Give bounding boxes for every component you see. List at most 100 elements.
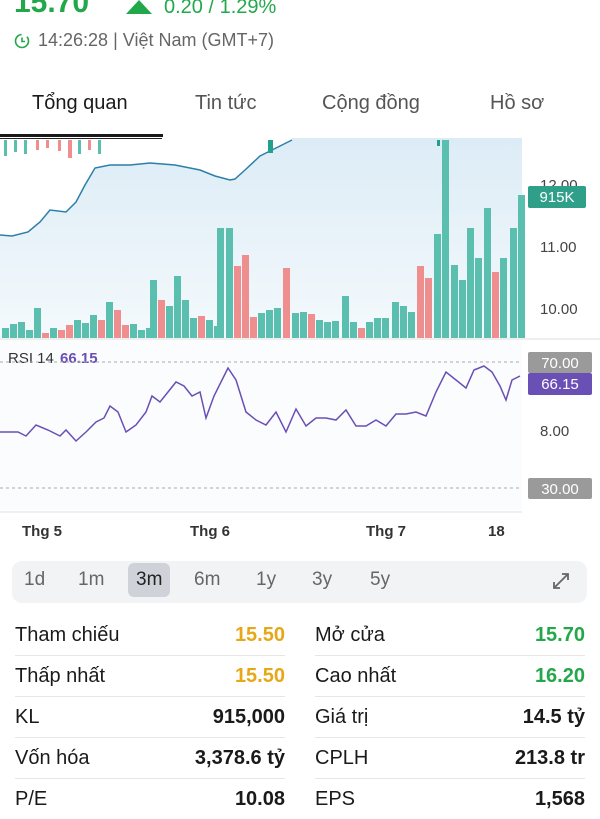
stat-label: CPLH [315, 746, 369, 769]
stat-label: Mở cửa [315, 623, 385, 646]
volume-bar [374, 318, 381, 338]
main-tabs: Tổng quan Tin tức Cộng đồng Hồ sơ [0, 80, 600, 136]
stat-value: 15.70 [534, 623, 585, 646]
volume-bar [182, 300, 189, 338]
tab-community[interactable]: Cộng đồng [322, 92, 420, 115]
volume-bar [122, 325, 129, 338]
volume-bar [234, 266, 241, 338]
volume-bar [500, 258, 507, 338]
stat-label: Cao nhất [315, 664, 397, 687]
volume-bar [400, 306, 407, 338]
volume-bar [518, 195, 525, 338]
stat-value: 14.5 tỷ [522, 705, 585, 728]
volume-bar [417, 266, 424, 338]
volume-bar [18, 322, 25, 338]
stat-value: 213.8 tr [514, 746, 585, 769]
stat-value: 10.08 [234, 787, 285, 810]
range-option-3m[interactable]: 3m [128, 563, 171, 597]
volume-bar [459, 280, 466, 338]
volume-bar [150, 280, 157, 338]
volume-bar [475, 258, 482, 338]
volume-bar [198, 316, 205, 338]
volume-bar [308, 314, 315, 338]
clock-icon [14, 33, 30, 48]
last-price: 15.70 [14, 0, 90, 19]
expand-icon[interactable] [551, 571, 571, 591]
volume-bar [324, 322, 331, 338]
range-option-6m[interactable]: 6m [194, 569, 220, 591]
volume-bar [300, 312, 307, 338]
volume-bar [42, 333, 49, 338]
stat-row: EPS 1,568 [315, 779, 585, 819]
time-tick-label: Thg 7 [366, 523, 406, 540]
price-change: 0.20 / 1.29% [164, 0, 277, 18]
volume-bar [392, 302, 399, 338]
volume-bar [434, 234, 441, 338]
volume-bar [350, 322, 357, 338]
volume-bar [158, 300, 165, 338]
tab-news[interactable]: Tin tức [195, 92, 257, 115]
time-text: 14:26:28 [38, 30, 109, 50]
stat-row: Mở cửa 15.70 [315, 615, 585, 655]
price-header: 15.70 0.20 / 1.29% 14:26:28 | Việt Nam (… [0, 0, 600, 60]
volume-bar [442, 140, 449, 338]
volume-bar [34, 308, 41, 338]
volume-bar [316, 320, 323, 338]
volume-bar [58, 330, 65, 338]
price-tick-label: 11.00 [540, 239, 576, 256]
time-tick-label: Thg 6 [190, 523, 230, 540]
stat-label: EPS [315, 787, 356, 810]
volume-bar [106, 302, 113, 338]
volume-bar [467, 228, 474, 338]
volume-bar [382, 318, 389, 338]
stat-value: 15.50 [234, 664, 285, 687]
volume-bar [250, 317, 257, 338]
stat-value: 3,378.6 tỷ [194, 746, 285, 769]
volume-bar [510, 228, 517, 338]
volume-bar [82, 323, 89, 338]
stat-row: KL 915,000 [15, 697, 285, 737]
volume-bar [50, 328, 57, 338]
price-tick-label: 10.00 [540, 301, 578, 318]
volume-bar [242, 255, 249, 338]
volume-bar [74, 320, 81, 338]
tab-overview[interactable]: Tổng quan [32, 92, 128, 115]
stat-label: Thấp nhất [15, 664, 106, 687]
volume-bar [98, 320, 105, 338]
price-tick-label: 8.00 [540, 423, 569, 440]
stat-label: KL [15, 705, 40, 728]
range-option-3y[interactable]: 3y [312, 569, 332, 591]
volume-bar [114, 310, 121, 338]
up-arrow-icon [126, 0, 152, 14]
volume-bar [292, 313, 299, 338]
stat-value: 15.50 [234, 623, 285, 646]
volume-bar [283, 268, 290, 338]
range-option-1d[interactable]: 1d [24, 569, 45, 591]
volume-bar [2, 328, 9, 338]
volume-bar [130, 324, 137, 338]
range-option-5y[interactable]: 5y [370, 569, 390, 591]
stat-row: Giá trị 14.5 tỷ [315, 697, 585, 737]
volume-bar [366, 322, 373, 338]
volume-bar [66, 325, 73, 338]
volume-bar [190, 318, 197, 338]
volume-bar [451, 265, 458, 338]
volume-bar [90, 315, 97, 338]
timezone-text: Việt Nam (GMT+7) [122, 30, 274, 50]
stat-value: 1,568 [534, 787, 585, 810]
rsi-value-inline: 66.15 [60, 350, 98, 367]
volume-bar [408, 312, 415, 338]
volume-bar [138, 330, 145, 338]
rsi-label: RSI 14 [8, 350, 54, 367]
stat-value: 16.20 [534, 664, 585, 687]
volume-bar [166, 306, 173, 338]
rsi-overbought-badge: 70.00 [541, 355, 579, 372]
range-option-1y[interactable]: 1y [256, 569, 276, 591]
volume-bar [358, 328, 365, 338]
volume-bar [492, 272, 499, 338]
price-chart[interactable]: 12.0011.0010.008.00 915K RSI 14 66.15 70… [0, 138, 600, 548]
range-option-1m[interactable]: 1m [78, 569, 104, 591]
volume-bar [174, 276, 181, 338]
tab-profile[interactable]: Hồ sơ [490, 92, 544, 115]
volume-bar [217, 228, 224, 338]
